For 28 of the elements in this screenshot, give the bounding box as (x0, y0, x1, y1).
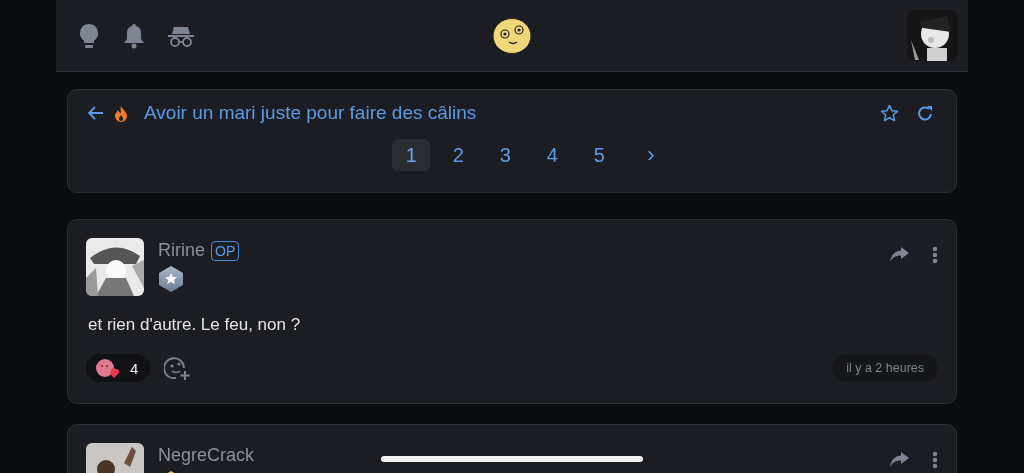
add-reaction-icon[interactable] (164, 355, 192, 381)
refresh-icon[interactable] (917, 104, 934, 122)
bell-icon[interactable] (122, 22, 146, 49)
share-icon[interactable] (889, 246, 910, 263)
reaction-button[interactable]: 4 (86, 354, 151, 382)
rank-badge-icon (158, 265, 184, 293)
post-time: il y a 2 heures (832, 354, 938, 382)
page-button[interactable]: 1 (392, 139, 431, 171)
flame-icon (114, 104, 128, 122)
more-options-icon[interactable] (932, 451, 938, 469)
post-text: et rien d'autre. Le feu, non ? (87, 315, 302, 335)
op-badge: OP (211, 240, 240, 261)
topic-title: Avoir un mari juste pour faire des câlins (144, 102, 477, 124)
author-name[interactable]: NegreCrack (158, 445, 255, 466)
page-button[interactable]: 3 (486, 139, 525, 171)
back-arrow-icon[interactable] (88, 106, 104, 120)
next-page-button[interactable]: › (639, 142, 663, 168)
page-button[interactable]: 4 (533, 139, 572, 171)
blushing-face-icon (94, 357, 120, 379)
incognito-icon[interactable] (168, 24, 194, 47)
lightbulb-icon[interactable] (78, 22, 100, 49)
page-button[interactable]: 5 (580, 139, 619, 171)
page-button[interactable]: 2 (439, 139, 478, 171)
smiley-icon[interactable] (492, 17, 532, 55)
author-name[interactable]: Ririne (158, 240, 205, 261)
more-options-icon[interactable] (932, 246, 938, 264)
share-icon[interactable] (889, 451, 910, 468)
star-icon[interactable] (880, 104, 899, 122)
